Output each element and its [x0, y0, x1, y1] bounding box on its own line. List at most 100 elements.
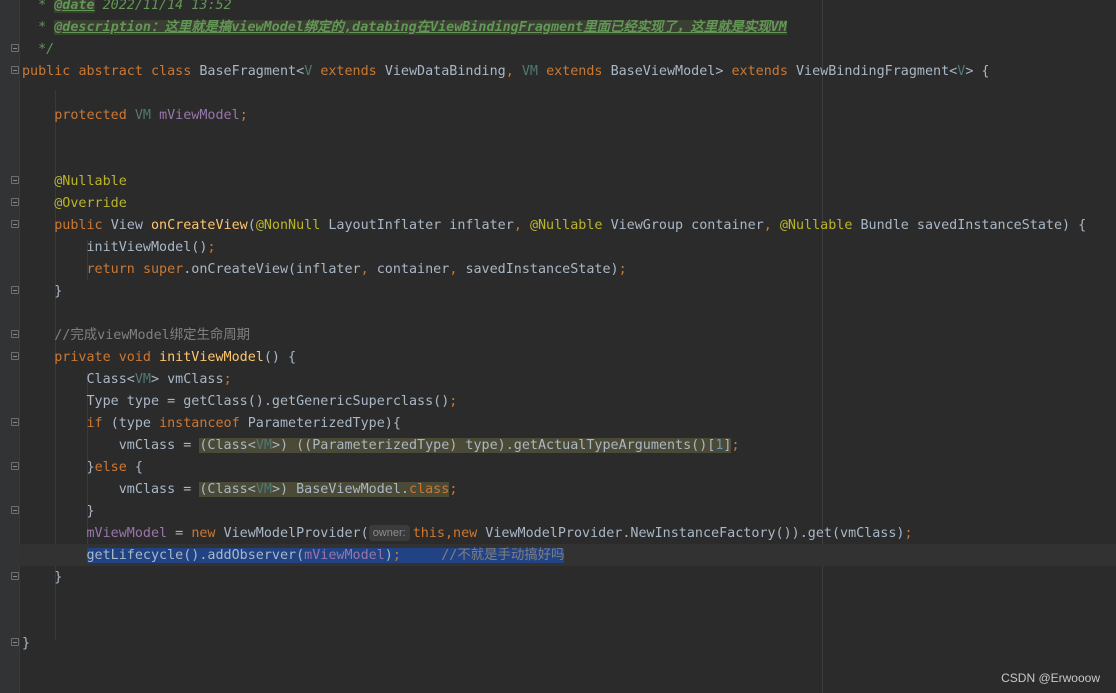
close-brace: } — [86, 504, 95, 519]
arg-container: container — [376, 262, 450, 277]
class-open-brace: > { — [965, 64, 990, 79]
kw-class: class — [409, 482, 450, 497]
cast-highlight: (Class<VM>) ((ParameterizedType) type).g… — [199, 438, 732, 453]
assign-vmclass: vmClass = — [118, 438, 200, 453]
comma: , — [444, 526, 454, 541]
code-line-oncreateview[interactable]: public View onCreateView(@NonNull Layout… — [22, 215, 1086, 237]
code-line-viewmodelprovider[interactable]: mViewModel = new ViewModelProvider(owner… — [22, 523, 913, 545]
code-line-lifecycle-selected[interactable]: getLifecycle().addObserver(mViewModel); … — [22, 545, 565, 567]
type-param-vm: VM — [521, 64, 538, 79]
cast-expression: >) BaseViewModel. — [271, 482, 409, 497]
comma: , — [763, 218, 772, 233]
type-param-vm: VM — [134, 372, 151, 387]
fold-icon[interactable] — [11, 572, 19, 580]
fold-icon[interactable] — [11, 176, 19, 184]
code-line-doc-end[interactable]: */ — [22, 39, 54, 61]
param-inflater: LayoutInflater inflater — [328, 218, 514, 233]
annotation-nullable: @Nullable — [529, 218, 603, 233]
code-line-class-var[interactable]: Class<VM> vmClass; — [22, 369, 232, 391]
cast-expression: >) ((ParameterizedType) type).getActualT… — [271, 438, 716, 453]
code-line-assign-actual-type[interactable]: vmClass = (Class<VM>) ((ParameterizedTyp… — [22, 435, 740, 457]
doc-date-tag: @date — [54, 0, 95, 13]
code-line-doc-description[interactable]: * @description：这里就是搞viewModel绑定的,databin… — [22, 17, 787, 39]
type-param-v: V — [304, 64, 313, 79]
semicolon: ; — [223, 372, 232, 387]
fold-icon[interactable] — [11, 220, 19, 228]
code-line-close-brace[interactable]: } — [22, 501, 95, 523]
code-line-initviewmodel-decl[interactable]: private void initViewModel() { — [22, 347, 296, 369]
field-mviewmodel: mViewModel — [304, 548, 385, 563]
code-line-return[interactable]: return super.onCreateView(inflater, cont… — [22, 259, 627, 281]
kw-public: public — [54, 218, 103, 233]
line-comment: //不就是手动搞好吗 — [441, 548, 565, 563]
brace-open: { — [126, 460, 143, 475]
fold-icon[interactable] — [11, 44, 19, 52]
fold-icon[interactable] — [11, 66, 19, 74]
code-line-comment[interactable]: //完成viewModel绑定生命周期 — [22, 325, 250, 347]
comma: , — [505, 64, 514, 79]
kw-new: new — [453, 526, 478, 541]
kw-public: public — [22, 64, 71, 79]
brace: } — [86, 460, 95, 475]
type-class: Class< — [86, 372, 135, 387]
fold-icon[interactable] — [11, 198, 19, 206]
code-line-override[interactable]: @Override — [22, 193, 127, 215]
assign-eq: = — [167, 526, 192, 541]
fold-icon[interactable] — [11, 286, 19, 294]
code-line-call-initviewmodel[interactable]: initViewModel(); — [22, 237, 216, 259]
comma: , — [513, 218, 522, 233]
watermark: CSDN @Erwooow — [1001, 671, 1100, 685]
semicolon: ; — [239, 108, 248, 123]
paren-close: ) — [384, 548, 393, 563]
code-line-class-close[interactable]: } — [22, 633, 30, 655]
kw-instanceof: instanceof — [159, 416, 240, 431]
class-name: BaseFragment< — [199, 64, 305, 79]
fold-icon[interactable] — [11, 506, 19, 514]
code-line-if[interactable]: if (type instanceof ParameterizedType){ — [22, 413, 401, 435]
kw-extends: extends — [320, 64, 377, 79]
code-line-close-brace[interactable]: } — [22, 281, 62, 303]
kw-if: if — [86, 416, 103, 431]
ctor-newinstancefactory: ViewModelProvider.NewInstanceFactory()).… — [477, 526, 905, 541]
code-line-assign-baseviewmodel[interactable]: vmClass = (Class<VM>) BaseViewModel.clas… — [22, 479, 457, 501]
method-initviewmodel: initViewModel — [159, 350, 264, 365]
code-line-type-var[interactable]: Type type = getClass().getGenericSupercl… — [22, 391, 458, 413]
kw-extends: extends — [731, 64, 788, 79]
fold-icon[interactable] — [11, 352, 19, 360]
editor-gutter[interactable] — [0, 0, 20, 693]
field-mviewmodel: mViewModel — [159, 108, 240, 123]
doc-description-value: ：这里就是搞viewModel绑定的,databing在ViewBindingF… — [151, 20, 787, 35]
method-oncreateview: onCreateView — [151, 218, 248, 233]
arg-savedinstancestate: savedInstanceState) — [465, 262, 619, 277]
fold-icon[interactable] — [11, 462, 19, 470]
type-baseviewmodel: BaseViewModel> — [610, 64, 724, 79]
var-type: Type type = getClass().getGenericSupercl… — [86, 394, 450, 409]
fold-icon[interactable] — [11, 638, 19, 646]
semicolon: ; — [731, 438, 740, 453]
field-mviewmodel: mViewModel — [86, 526, 168, 541]
ctor-viewmodelprovider: ViewModelProvider( — [215, 526, 369, 541]
param-hint-owner[interactable]: owner: — [368, 525, 410, 541]
code-line-nullable[interactable]: @Nullable — [22, 171, 127, 193]
type-param-vm: VM — [134, 108, 151, 123]
semicolon: ; — [392, 548, 401, 563]
var-vmclass: > vmClass — [151, 372, 224, 387]
kw-new: new — [191, 526, 216, 541]
code-line-doc-date[interactable]: * @date 2022/11/14 13:52 — [22, 0, 232, 17]
annotation-override: @Override — [54, 196, 127, 211]
kw-return: return — [86, 262, 135, 277]
code-line-class-declaration[interactable]: public abstract class BaseFragment<V ext… — [22, 61, 990, 83]
cast-class: (Class< — [199, 438, 256, 453]
kw-void: void — [118, 350, 151, 365]
annotation-nullable: @Nullable — [54, 174, 127, 189]
code-line-close-brace[interactable]: } — [22, 567, 62, 589]
call-addobserver: getLifecycle().addObserver( — [86, 548, 305, 563]
kw-abstract: abstract — [78, 64, 143, 79]
code-line-else[interactable]: }else { — [22, 457, 143, 479]
param-container: ViewGroup container — [610, 218, 764, 233]
right-margin-guide — [822, 0, 823, 693]
annotation-nullable: @Nullable — [779, 218, 853, 233]
code-line-field[interactable]: protected VM mViewModel; — [22, 105, 248, 127]
fold-icon[interactable] — [11, 418, 19, 426]
fold-icon[interactable] — [11, 330, 19, 338]
